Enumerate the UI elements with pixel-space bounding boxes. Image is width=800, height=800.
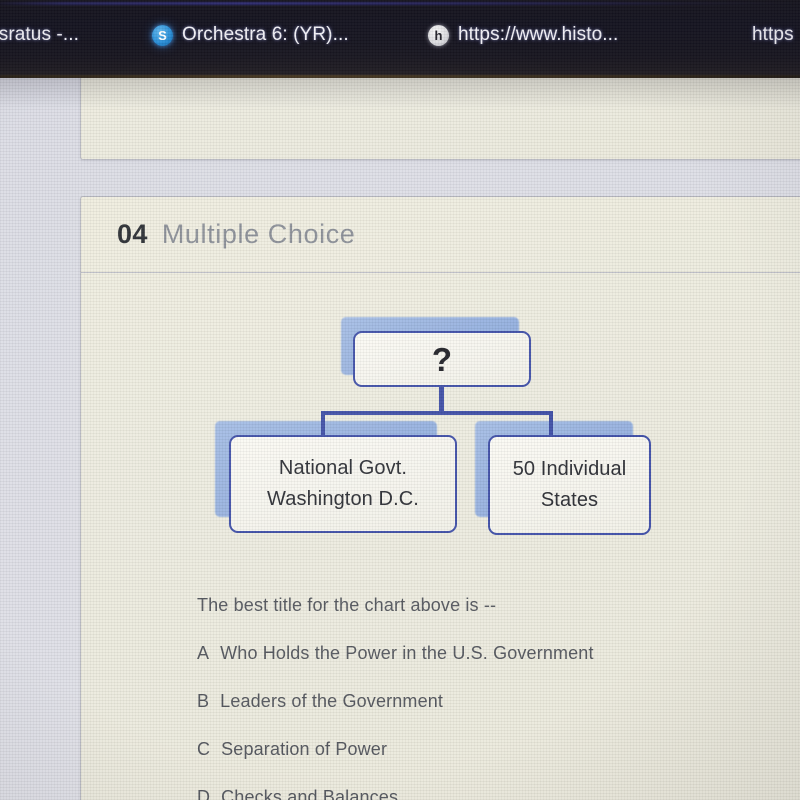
left-node-line-2: Washington D.C. <box>267 488 419 510</box>
taskbar-item-atusratus-label: atusratus -... <box>0 24 79 45</box>
choice-c-text: Separation of Power <box>221 739 388 759</box>
question-card: 04 Multiple Choice ? National Govt. Wash… <box>80 196 800 800</box>
choice-a-letter: A <box>197 643 210 663</box>
history-site-icon: h <box>428 24 449 46</box>
taskbar-item-orchestra-label: Orchestra 6: (YR)... <box>182 24 349 45</box>
choice-a-text: Who Holds the Power in the U.S. Governme… <box>220 643 594 663</box>
right-node-line-1: 50 Individual <box>512 458 627 480</box>
taskbar-item-history[interactable]: h https://www.histo... <box>428 24 618 46</box>
taskbar-item-history-label: https://www.histo... <box>458 24 619 45</box>
choice-d-text: Checks and Balances <box>221 787 399 800</box>
taskbar-item-https-label: https <box>752 24 794 45</box>
taskbar-bottom-edge <box>0 75 800 78</box>
root-node: ? <box>353 331 531 387</box>
connector-horizontal-bar <box>321 411 553 415</box>
question-number: 04 <box>117 219 148 249</box>
question-header: 04 Multiple Choice <box>81 197 800 273</box>
skype-icon: S <box>152 24 173 46</box>
windows-taskbar: atusratus -... S Orchestra 6: (YR)... h … <box>0 0 800 78</box>
root-node-label: ? <box>431 340 453 378</box>
choice-option-a[interactable]: A Who Holds the Power in the U.S. Govern… <box>197 643 594 664</box>
choice-option-c[interactable]: C Separation of Power <box>197 739 387 760</box>
taskbar-item-atusratus[interactable]: atusratus -... <box>0 24 79 46</box>
hierarchy-diagram: ? National Govt. Washington D.C. 50 Indi… <box>81 273 800 573</box>
left-node-line-1: National Govt. <box>278 457 408 479</box>
taskbar-top-accent-line <box>0 2 800 5</box>
right-node-line-2: States <box>540 489 599 511</box>
left-node: National Govt. Washington D.C. <box>229 435 457 533</box>
connector-root-stem <box>439 387 444 414</box>
question-prompt: The best title for the chart above is -- <box>197 595 497 615</box>
choice-b-letter: B <box>197 691 210 711</box>
choice-d-letter: D <box>197 787 211 800</box>
choice-c-letter: C <box>197 739 211 759</box>
question-type-label: Multiple Choice <box>161 219 356 249</box>
screenshot-root: 04 Multiple Choice ? National Govt. Wash… <box>0 0 800 800</box>
choice-option-d[interactable]: D Checks and Balances <box>197 787 398 800</box>
right-node: 50 Individual States <box>488 435 651 535</box>
choice-option-b[interactable]: B Leaders of the Government <box>197 691 443 712</box>
taskbar-item-https-cutoff[interactable]: https <box>752 24 794 46</box>
taskbar-item-orchestra[interactable]: S Orchestra 6: (YR)... <box>152 24 349 46</box>
choice-b-text: Leaders of the Government <box>220 691 444 711</box>
